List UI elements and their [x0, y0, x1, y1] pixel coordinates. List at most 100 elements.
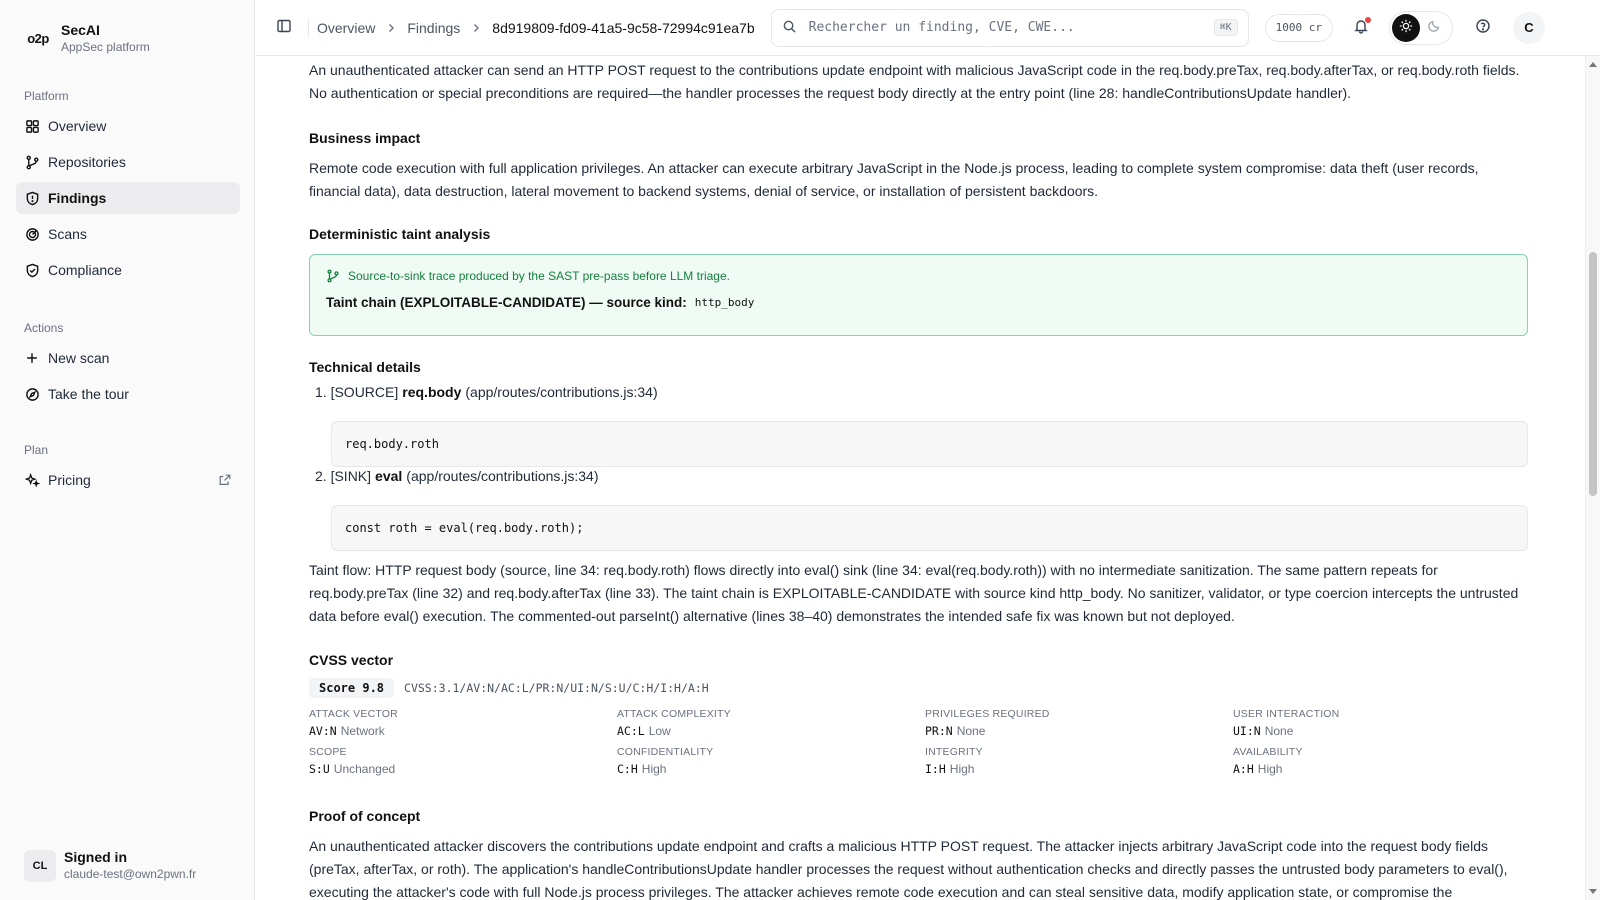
- nav-plan: Plan Pricing: [16, 440, 240, 496]
- help-button[interactable]: [1467, 12, 1499, 44]
- brand-name: SecAI: [61, 22, 100, 38]
- sidebar-item-pricing[interactable]: Pricing: [16, 464, 240, 496]
- notifications-button[interactable]: [1345, 12, 1377, 44]
- cvss-vector-string: CVSS:3.1/AV:N/AC:L/PR:N/UI:N/S:U/C:H/I:H…: [404, 681, 709, 695]
- step-tag: [SINK]: [330, 468, 372, 484]
- cvss-metric: Confidentiality C:H High: [617, 746, 714, 776]
- nav-actions: Actions New scan Take the tour: [16, 318, 240, 410]
- code-snippet-sink: const roth = eval(req.body.roth);: [331, 505, 1528, 551]
- scroll-down-arrow[interactable]: [1589, 889, 1597, 894]
- moon-icon: [1427, 19, 1441, 36]
- dark-theme-button[interactable]: [1420, 14, 1448, 42]
- sidebar-item-label: Scans: [48, 226, 87, 242]
- scrollbar[interactable]: [1585, 56, 1600, 900]
- sidebar: o2p SecAI AppSec platform Platform Overv…: [0, 0, 255, 900]
- search-input[interactable]: [808, 20, 1214, 35]
- sidebar-item-label: Repositories: [48, 154, 126, 170]
- taint-chain-label: Taint chain (EXPLOITABLE-CANDIDATE) — so…: [326, 295, 687, 310]
- breadcrumb: Overview Findings 8d919809-fd09-41a5-9c5…: [317, 20, 755, 36]
- step-location: (app/routes/contributions.js:34): [406, 468, 599, 484]
- technical-details-heading: Technical details: [309, 359, 421, 375]
- radar-icon: [24, 226, 40, 242]
- theme-toggle: [1388, 10, 1453, 45]
- step-location: (app/routes/contributions.js:34): [465, 384, 658, 400]
- breadcrumb-finding-id: 8d919809-fd09-41a5-9c58-72994c91ea7b: [492, 19, 755, 36]
- step-tag: [SOURCE]: [330, 384, 399, 400]
- taint-note: Source-to-sink trace produced by the SAS…: [326, 269, 1511, 283]
- sidebar-item-overview[interactable]: Overview: [16, 110, 240, 142]
- light-theme-button[interactable]: [1391, 13, 1420, 42]
- account-avatar[interactable]: C: [1512, 11, 1545, 44]
- poc-heading: Proof of concept: [309, 808, 421, 824]
- step-number: 1.: [315, 384, 327, 400]
- sidebar-item-label: Findings: [48, 190, 107, 206]
- user-box[interactable]: CL Signed in claude-test@own2pwn.fr: [24, 849, 196, 882]
- taint-analysis-box: Source-to-sink trace produced by the SAS…: [309, 254, 1528, 336]
- sidebar-item-label: Take the tour: [48, 386, 129, 402]
- sidebar-toggle-icon: [276, 18, 292, 37]
- shield-icon: [24, 190, 40, 206]
- cvss-metric: Scope S:U Unchanged: [309, 746, 396, 776]
- search-box[interactable]: ⌘K: [770, 8, 1249, 47]
- credits-badge[interactable]: 1000 cr: [1264, 13, 1333, 42]
- nav-platform: Platform Overview Repositories Findings …: [16, 86, 240, 286]
- breadcrumb-findings[interactable]: Findings: [407, 20, 460, 36]
- business-impact-heading: Business impact: [309, 130, 421, 146]
- sidebar-item-label: New scan: [48, 350, 110, 366]
- user-status: Signed in: [64, 849, 127, 865]
- brand[interactable]: o2p SecAI AppSec platform: [24, 22, 150, 55]
- cvss-heading: CVSS vector: [309, 652, 394, 668]
- taint-analysis-heading: Deterministic taint analysis: [309, 226, 491, 242]
- nav-label-plan: Plan: [24, 443, 49, 457]
- breadcrumb-overview[interactable]: Overview: [317, 20, 375, 36]
- code-snippet-source: req.body.roth: [331, 421, 1528, 467]
- trace-step-sink: 2. [SINK] eval (app/routes/contributions…: [315, 468, 599, 484]
- cvss-metric: Availability A:H High: [1233, 746, 1303, 776]
- taint-flow-text: Taint flow: HTTP request body (source, l…: [309, 562, 1519, 624]
- sidebar-item-repositories[interactable]: Repositories: [16, 146, 240, 178]
- nav-label-actions: Actions: [24, 321, 64, 335]
- cvss-metric: Privileges required PR:N None: [925, 708, 1050, 738]
- git-branch-icon: [326, 269, 340, 283]
- sidebar-item-compliance[interactable]: Compliance: [16, 254, 240, 286]
- taint-source-kind: http_body: [694, 296, 755, 309]
- cvss-metric: User interaction UI:N None: [1233, 708, 1340, 738]
- poc-text: An unauthenticated attacker discovers th…: [309, 838, 1508, 900]
- user-email: claude-test@own2pwn.fr: [64, 867, 197, 881]
- search-icon: [782, 19, 797, 37]
- sidebar-item-scans[interactable]: Scans: [16, 218, 240, 250]
- scrollbar-thumb[interactable]: [1589, 252, 1597, 496]
- plus-icon: [24, 350, 40, 366]
- cvss-score-row: Score 9.8 CVSS:3.1/AV:N/AC:L/PR:N/UI:N/S…: [309, 678, 709, 698]
- divider: [308, 18, 309, 37]
- scroll-up-arrow[interactable]: [1589, 62, 1597, 67]
- trace-step-source: 1. [SOURCE] req.body (app/routes/contrib…: [315, 384, 658, 400]
- sparkles-icon: [24, 472, 40, 488]
- git-branch-icon: [24, 154, 40, 170]
- sun-icon: [1399, 19, 1413, 36]
- sidebar-item-take-tour[interactable]: Take the tour: [16, 378, 240, 410]
- shield-check-icon: [24, 262, 40, 278]
- cvss-metric: Attack complexity AC:L Low: [617, 708, 731, 738]
- topbar: Overview Findings 8d919809-fd09-41a5-9c5…: [256, 0, 1600, 56]
- compass-icon: [24, 386, 40, 402]
- sidebar-item-findings[interactable]: Findings: [16, 182, 240, 214]
- user-avatar: CL: [24, 849, 56, 882]
- taint-note-text: Source-to-sink trace produced by the SAS…: [348, 269, 730, 283]
- main-content: An unauthenticated attacker can send an …: [256, 56, 1585, 900]
- help-icon: [1475, 18, 1491, 37]
- sidebar-item-new-scan[interactable]: New scan: [16, 342, 240, 374]
- notification-dot: [1364, 16, 1371, 23]
- external-link-icon: [218, 473, 232, 487]
- business-impact-text: Remote code execution with full applicat…: [309, 160, 1479, 199]
- sidebar-toggle-button[interactable]: [270, 14, 298, 42]
- sidebar-item-label: Overview: [48, 118, 107, 134]
- taint-chain: Taint chain (EXPLOITABLE-CANDIDATE) — so…: [326, 295, 1511, 310]
- chevron-right-icon: [385, 22, 397, 34]
- cvss-metric: Attack vector AV:N Network: [309, 708, 398, 738]
- chevron-right-icon: [470, 22, 482, 34]
- grid-icon: [24, 118, 40, 134]
- step-number: 2.: [315, 468, 327, 484]
- attack-scenario-text: An unauthenticated attacker can send an …: [309, 62, 1520, 101]
- step-name: req.body: [402, 384, 462, 400]
